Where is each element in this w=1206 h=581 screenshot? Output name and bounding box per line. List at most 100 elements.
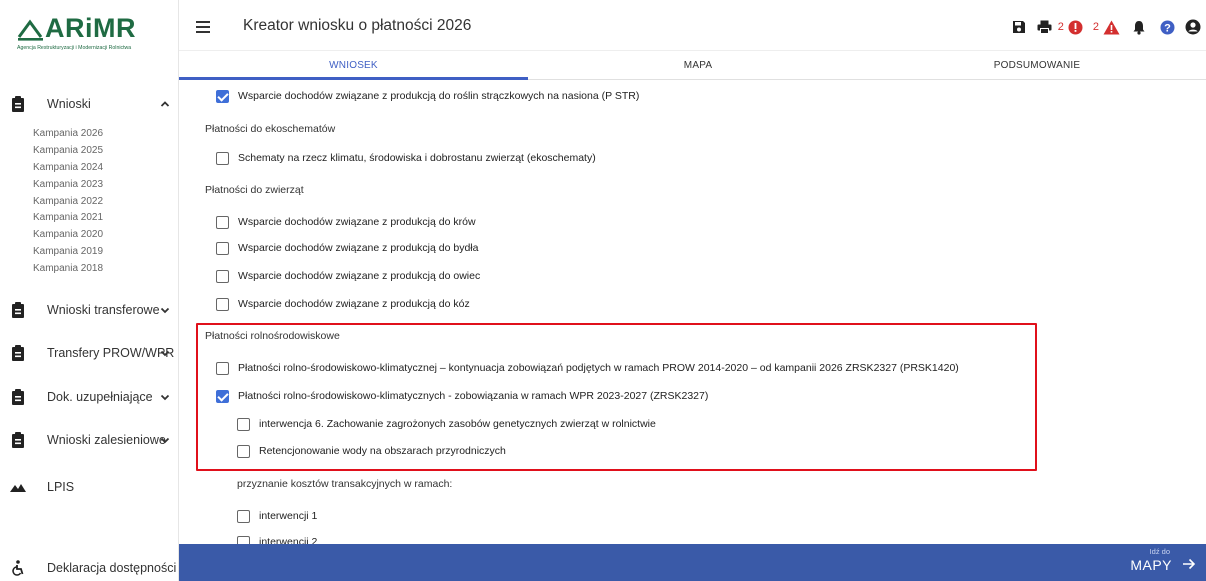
logo-row: ARiMR [17, 13, 177, 43]
page-title: Kreator wniosku o płatności 2026 [243, 17, 472, 34]
checkbox[interactable] [237, 535, 250, 544]
checkbox[interactable] [216, 389, 229, 403]
option-label: Wsparcie dochodów związane z produkcją d… [238, 298, 470, 310]
option-krow[interactable]: Wsparcie dochodów związane z produkcją d… [216, 212, 476, 232]
campaign-2021-link[interactable]: Kampania 2021 [33, 210, 103, 227]
checkbox[interactable] [216, 215, 229, 229]
chevron-down-icon [160, 350, 170, 357]
arimr-logo[interactable]: ARiMR Agencja Restrukturyzacji i Moderni… [17, 13, 177, 63]
help-icon: ? [1160, 20, 1174, 34]
checkbox[interactable] [237, 444, 250, 458]
go-to-map-button[interactable]: Idź do MAPY [1126, 547, 1196, 579]
sidebar-item-lpis[interactable]: LPIS [0, 475, 179, 499]
notifications-button[interactable] [1130, 18, 1148, 36]
campaign-2025-link[interactable]: Kampania 2025 [33, 143, 103, 160]
option-label: interwencji 1 [259, 510, 318, 522]
warnings-button[interactable] [1102, 18, 1120, 36]
sidebar-item-label: Wnioski [47, 97, 91, 111]
chevron-up-icon [160, 101, 170, 107]
sidebar-item-label: Dok. uzupełniające [47, 390, 153, 404]
checkbox[interactable] [237, 417, 250, 431]
warnings-count: 2 [1092, 21, 1099, 33]
sidebar-item-dok-uzupelniajace[interactable]: Dok. uzupełniające [0, 385, 179, 409]
top-header: Kreator wniosku o płatności 2026 2 2 ? [179, 0, 1206, 51]
account-button[interactable] [1184, 18, 1202, 36]
chevron-down-icon [160, 394, 170, 401]
checkbox[interactable] [216, 151, 229, 165]
option-label: Wsparcie dochodów związane z produkcją d… [238, 90, 640, 102]
tab-mapa[interactable]: MAPA [528, 51, 868, 80]
campaign-list: Kampania 2026 Kampania 2025 Kampania 202… [33, 126, 103, 278]
checkbox[interactable] [216, 241, 229, 255]
sidebar-item-wnioski-zalesieniowe[interactable]: Wnioski zalesieniowe [0, 428, 179, 452]
logo-subtitle: Agencja Restrukturyzacji i Modernizacji … [17, 45, 132, 51]
option-label: Schematy na rzecz klimatu, środowiska i … [238, 152, 596, 164]
user-icon [1185, 19, 1201, 35]
option-label: Płatności rolno-środowiskowo-klimatyczne… [238, 362, 959, 374]
checkbox[interactable] [216, 269, 229, 283]
option-owiec[interactable]: Wsparcie dochodów związane z produkcją d… [216, 266, 480, 286]
checkbox[interactable] [216, 89, 229, 103]
footer-bar: Idź do MAPY [179, 544, 1206, 581]
sidebar: ARiMR Agencja Restrukturyzacji i Moderni… [0, 0, 179, 581]
checkbox[interactable] [216, 297, 229, 311]
print-button[interactable] [1036, 18, 1054, 36]
option-label: Płatności rolno-środowiskowo-klimatyczny… [238, 390, 709, 402]
campaign-2024-link[interactable]: Kampania 2024 [33, 160, 103, 177]
tab-bar: WNIOSEK MAPA PODSUMOWANIE [179, 51, 1206, 80]
mountain-icon [10, 484, 26, 492]
header-actions: 2 2 ? [1010, 17, 1202, 37]
clipboard-icon [12, 345, 24, 361]
sidebar-item-label: Transfery PROW/WPR [47, 346, 175, 360]
option-bydla[interactable]: Wsparcie dochodów związane z produkcją d… [216, 238, 478, 258]
print-icon [1037, 20, 1052, 34]
campaign-2022-link[interactable]: Kampania 2022 [33, 194, 103, 211]
sidebar-item-label: LPIS [47, 480, 75, 494]
option-label: Wsparcie dochodów związane z produkcją d… [238, 242, 479, 254]
svg-text:?: ? [1164, 22, 1171, 34]
option-interwencji2[interactable]: interwencji 2 [237, 532, 317, 544]
clipboard-icon [12, 389, 24, 405]
option-ekoschematy[interactable]: Schematy na rzecz klimatu, środowiska i … [216, 148, 596, 168]
option-retencjonowanie[interactable]: Retencjonowanie wody na obszarach przyro… [237, 441, 506, 461]
option-interwencji1[interactable]: interwencji 1 [237, 506, 317, 526]
save-icon [1012, 21, 1025, 33]
errors-button[interactable] [1067, 18, 1085, 36]
clipboard-icon [12, 302, 24, 318]
sidebar-item-transfery[interactable]: Transfery PROW/WPR [0, 341, 179, 365]
option-koz[interactable]: Wsparcie dochodów związane z produkcją d… [216, 294, 470, 314]
save-button[interactable] [1010, 18, 1028, 36]
section-heading-zwierzeta: Płatności do zwierząt [205, 184, 304, 196]
checkbox[interactable] [237, 509, 250, 523]
option-interwencja6[interactable]: interwencja 6. Zachowanie zagrożonych za… [237, 414, 656, 434]
campaign-2018-link[interactable]: Kampania 2018 [33, 261, 103, 278]
campaign-2019-link[interactable]: Kampania 2019 [33, 244, 103, 261]
option-label: Wsparcie dochodów związane z produkcją d… [238, 270, 481, 282]
option-label: interwencji 2 [259, 536, 318, 544]
sidebar-item-wnioski[interactable]: Wnioski [0, 92, 179, 116]
tab-wniosek[interactable]: WNIOSEK [179, 51, 528, 80]
form-content: Wsparcie dochodów związane z produkcją d… [179, 80, 1206, 544]
help-button[interactable]: ? [1158, 18, 1176, 36]
bell-icon [1133, 20, 1145, 35]
next-caption: Idź do [1149, 547, 1170, 556]
app-root: ARiMR Agencja Restrukturyzacji i Moderni… [0, 0, 1206, 581]
sidebar-item-wnioski-transferowe[interactable]: Wnioski transferowe [0, 298, 179, 322]
checkbox[interactable] [216, 361, 229, 375]
option-label: Wsparcie dochodów związane z produkcją d… [238, 216, 476, 228]
campaign-2023-link[interactable]: Kampania 2023 [33, 177, 103, 194]
tab-podsumowanie[interactable]: PODSUMOWANIE [868, 51, 1206, 80]
option-zrsk2327[interactable]: Płatności rolno-środowiskowo-klimatyczny… [216, 386, 708, 406]
sidebar-item-deklaracja[interactable]: Deklaracja dostępności [0, 556, 179, 580]
campaign-2020-link[interactable]: Kampania 2020 [33, 227, 103, 244]
option-prsk1420[interactable]: Płatności rolno-środowiskowo-klimatyczne… [216, 358, 959, 378]
option-label: interwencja 6. Zachowanie zagrożonych za… [259, 418, 656, 430]
section-heading-rolnosrodowiskowe: Płatności rolnośrodowiskowe [205, 330, 340, 342]
warning-icon [1103, 20, 1119, 34]
chevron-down-icon [160, 437, 170, 444]
campaign-2026-link[interactable]: Kampania 2026 [33, 126, 103, 143]
hamburger-menu-icon[interactable] [196, 21, 210, 33]
accessibility-icon [12, 560, 24, 576]
option-str[interactable]: Wsparcie dochodów związane z produkcją d… [216, 86, 639, 106]
sidebar-item-label: Deklaracja dostępności [47, 561, 177, 575]
